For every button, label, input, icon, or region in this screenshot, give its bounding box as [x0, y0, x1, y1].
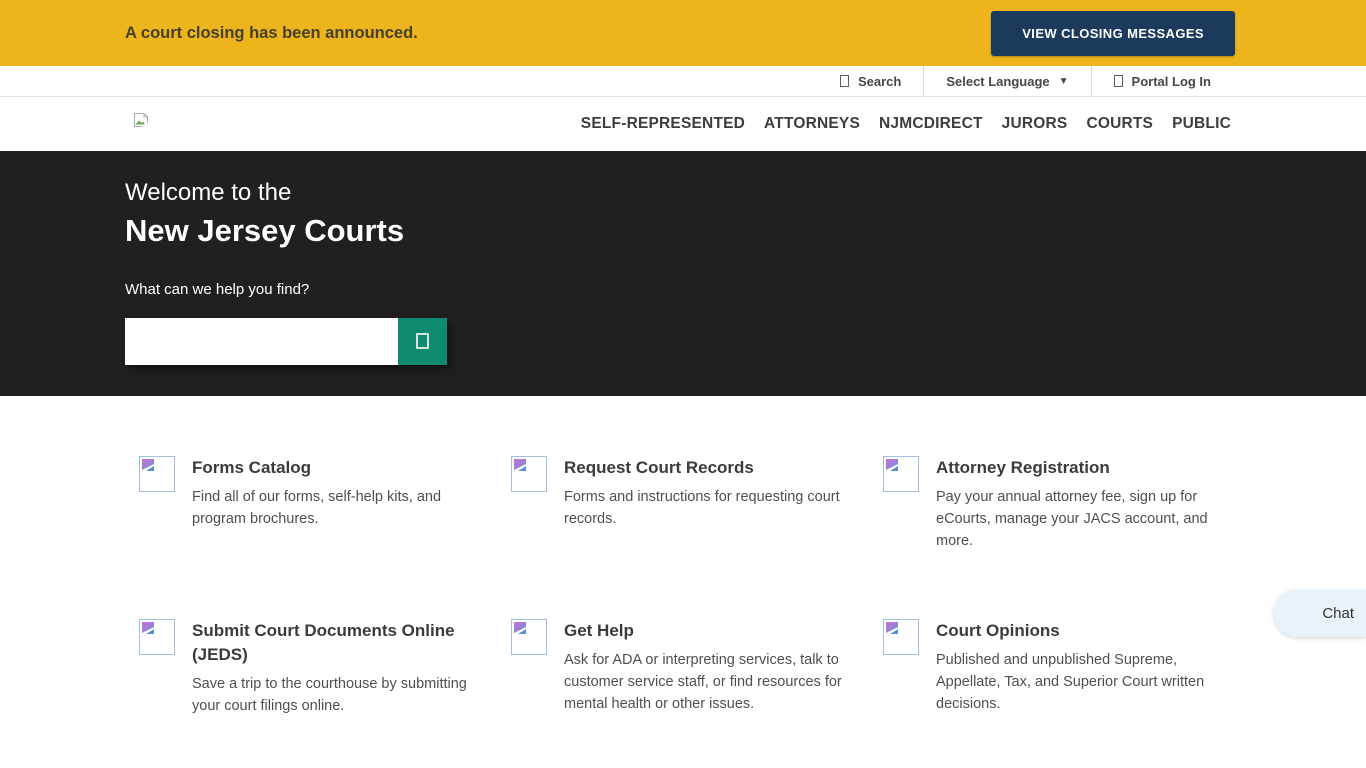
search-submit-button[interactable] [398, 318, 447, 365]
alert-message: A court closing has been announced. [125, 24, 418, 43]
nav-courts[interactable]: COURTS [1086, 115, 1153, 133]
card-attorney-registration[interactable]: Attorney Registration Pay your annual at… [869, 456, 1241, 552]
quick-links-section: Forms Catalog Find all of our forms, sel… [0, 396, 1366, 768]
site-logo-link[interactable] [133, 112, 150, 136]
broken-image-icon [133, 112, 150, 136]
quick-links-grid: Forms Catalog Find all of our forms, sel… [125, 456, 1241, 768]
card-title: Forms Catalog [192, 456, 472, 480]
nav-self-represented[interactable]: SELF-REPRESENTED [581, 115, 745, 133]
broken-image-icon [883, 619, 919, 655]
search-icon [840, 75, 849, 87]
nav-njmcdirect[interactable]: NJMCDIRECT [879, 115, 983, 133]
card-get-help[interactable]: Get Help Ask for ADA or interpreting ser… [497, 619, 869, 715]
broken-image-icon [883, 456, 919, 492]
card-description: Forms and instructions for requesting co… [564, 486, 844, 530]
language-selector[interactable]: Select Language ▼ [923, 66, 1090, 96]
court-closing-alert-banner: A court closing has been announced. VIEW… [0, 0, 1366, 66]
card-title: Submit Court Documents Online (JEDS) [192, 619, 472, 667]
view-closing-messages-button[interactable]: VIEW CLOSING MESSAGES [991, 11, 1235, 56]
chevron-down-icon: ▼ [1059, 76, 1069, 87]
card-description: Published and unpublished Supreme, Appel… [936, 649, 1216, 715]
hero-search-prompt: What can we help you find? [125, 281, 1366, 298]
broken-image-icon [139, 619, 175, 655]
nav-jurors[interactable]: JURORS [1002, 115, 1068, 133]
hero-welcome-line: Welcome to the [125, 179, 1366, 208]
person-icon [1114, 75, 1123, 87]
page-title: New Jersey Courts [125, 212, 1366, 249]
broken-image-icon [139, 456, 175, 492]
card-submit-court-documents-jeds[interactable]: Submit Court Documents Online (JEDS) Sav… [125, 619, 497, 717]
language-selector-label: Select Language [946, 74, 1049, 89]
primary-nav: SELF-REPRESENTED ATTORNEYS NJMCDIRECT JU… [581, 115, 1231, 133]
hero-section: Welcome to the New Jersey Courts What ca… [0, 151, 1366, 396]
card-title: Request Court Records [564, 456, 844, 480]
card-request-court-records[interactable]: Request Court Records Forms and instruct… [497, 456, 869, 530]
card-court-opinions[interactable]: Court Opinions Published and unpublished… [869, 619, 1241, 715]
portal-login-label: Portal Log In [1132, 74, 1211, 89]
card-description: Pay your annual attorney fee, sign up fo… [936, 486, 1216, 552]
broken-image-icon [511, 456, 547, 492]
card-forms-catalog[interactable]: Forms Catalog Find all of our forms, sel… [125, 456, 497, 530]
utility-search-label: Search [858, 74, 901, 89]
utility-bar: Search Select Language ▼ Portal Log In [0, 66, 1366, 97]
chat-button[interactable]: Chat [1274, 590, 1366, 637]
card-description: Save a trip to the courthouse by submitt… [192, 673, 472, 717]
nav-public[interactable]: PUBLIC [1172, 115, 1231, 133]
hero-search-form [125, 318, 447, 365]
site-header: SELF-REPRESENTED ATTORNEYS NJMCDIRECT JU… [0, 97, 1366, 151]
card-title: Attorney Registration [936, 456, 1216, 480]
portal-login-link[interactable]: Portal Log In [1091, 66, 1233, 96]
utility-search-button[interactable]: Search [818, 66, 923, 96]
card-description: Ask for ADA or interpreting services, ta… [564, 649, 844, 715]
site-search-input[interactable] [125, 318, 398, 365]
search-icon [416, 333, 429, 349]
broken-image-icon [511, 619, 547, 655]
card-title: Court Opinions [936, 619, 1216, 643]
nav-attorneys[interactable]: ATTORNEYS [764, 115, 860, 133]
card-description: Find all of our forms, self-help kits, a… [192, 486, 472, 530]
card-title: Get Help [564, 619, 844, 643]
